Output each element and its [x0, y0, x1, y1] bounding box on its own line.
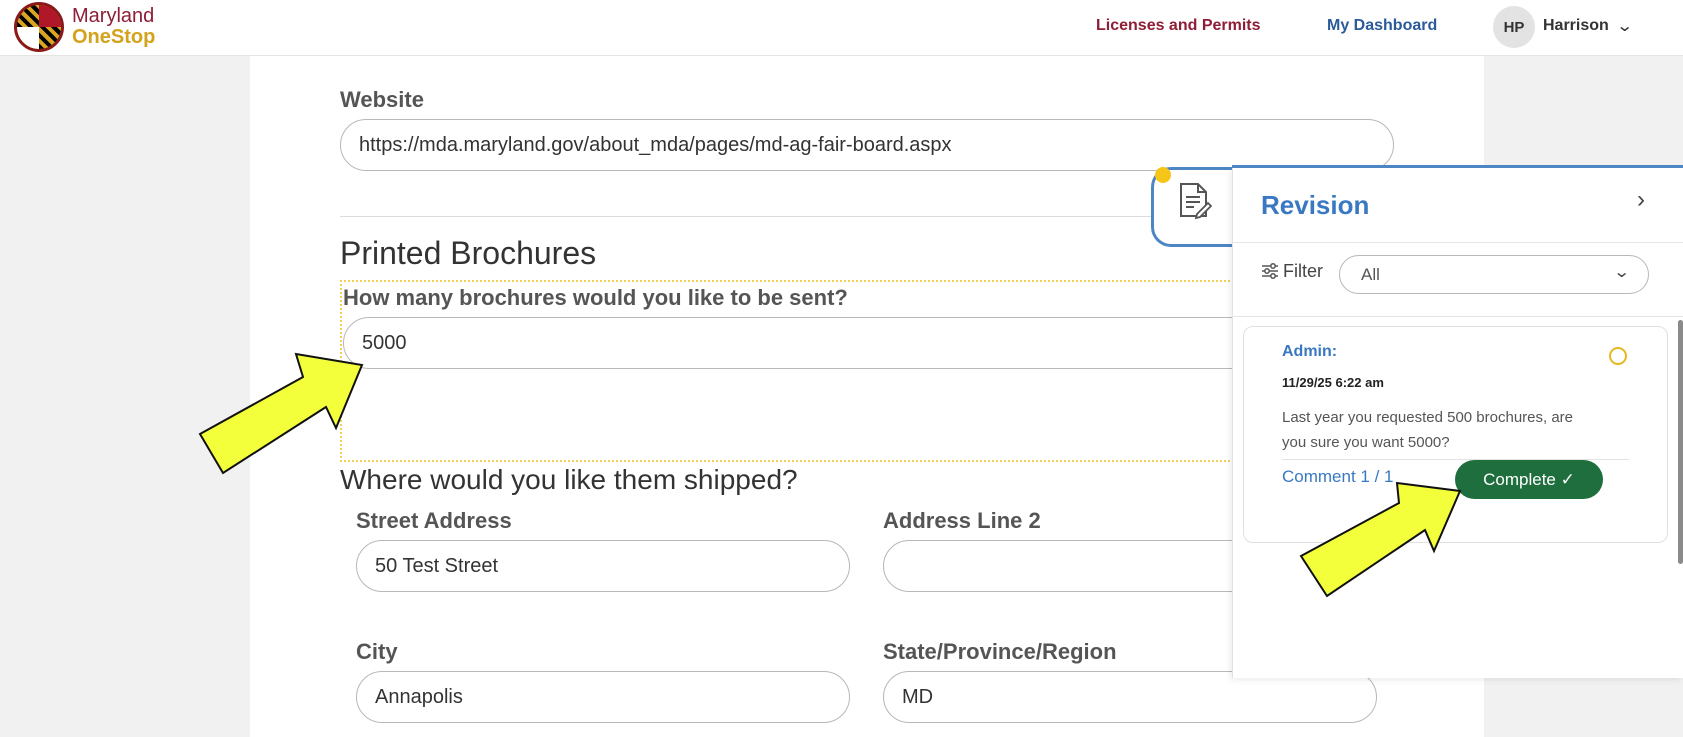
- revision-panel-border: [1232, 165, 1683, 168]
- nav-my-dashboard[interactable]: My Dashboard: [1327, 17, 1437, 35]
- filter-selected-value: All: [1361, 265, 1380, 284]
- city-input[interactable]: Annapolis: [356, 671, 850, 723]
- comment-timestamp: 11/29/25 6:22 am: [1282, 375, 1384, 390]
- document-edit-icon[interactable]: [1178, 182, 1213, 225]
- city-label: City: [356, 639, 398, 664]
- status-circle-icon: [1609, 347, 1627, 365]
- brochures-question-label: How many brochures would you like to be …: [343, 285, 848, 310]
- panel-divider: [1232, 316, 1683, 317]
- chevron-down-icon[interactable]: ⌄: [1613, 262, 1630, 282]
- revision-indicator-dot: [1155, 167, 1171, 183]
- revision-panel-title: Revision: [1261, 190, 1370, 220]
- printed-brochures-heading: Printed Brochures: [340, 235, 597, 271]
- top-header: Maryland OneStop Licenses and Permits My…: [0, 0, 1683, 56]
- state-label: State/Province/Region: [883, 639, 1117, 664]
- filter-sliders-icon: [1261, 262, 1279, 285]
- brochures-quantity-input[interactable]: 5000: [343, 317, 1263, 369]
- state-input[interactable]: MD: [883, 671, 1377, 723]
- filter-label: Filter: [1283, 261, 1323, 281]
- maryland-onestop-logo[interactable]: Maryland OneStop: [14, 2, 155, 52]
- filter-select[interactable]: [1339, 255, 1649, 294]
- user-avatar[interactable]: HP: [1493, 6, 1535, 48]
- chevron-down-icon[interactable]: ⌄: [1616, 16, 1633, 36]
- shipping-heading: Where would you like them shipped?: [340, 464, 798, 495]
- address-line2-label: Address Line 2: [883, 508, 1041, 533]
- comment-text: Last year you requested 500 brochures, a…: [1282, 409, 1574, 451]
- website-label: Website: [340, 87, 424, 112]
- chevron-right-icon[interactable]: ›: [1637, 186, 1645, 214]
- comment-counter[interactable]: Comment 1 / 1: [1282, 467, 1394, 487]
- comment-author: Admin:: [1282, 343, 1338, 360]
- logo-text-maryland: Maryland: [72, 5, 155, 27]
- street-address-input[interactable]: 50 Test Street: [356, 540, 850, 592]
- panel-scrollbar[interactable]: [1678, 320, 1683, 564]
- user-name[interactable]: Harrison: [1543, 17, 1609, 35]
- street-address-label: Street Address: [356, 508, 512, 533]
- logo-text-onestop: OneStop: [72, 26, 156, 48]
- complete-button[interactable]: Complete ✓: [1455, 460, 1603, 499]
- website-input[interactable]: https://mda.maryland.gov/about_mda/pages…: [340, 119, 1394, 171]
- panel-divider: [1232, 242, 1683, 243]
- nav-licenses-and-permits[interactable]: Licenses and Permits: [1096, 17, 1261, 35]
- maryland-seal-logo: [14, 2, 64, 52]
